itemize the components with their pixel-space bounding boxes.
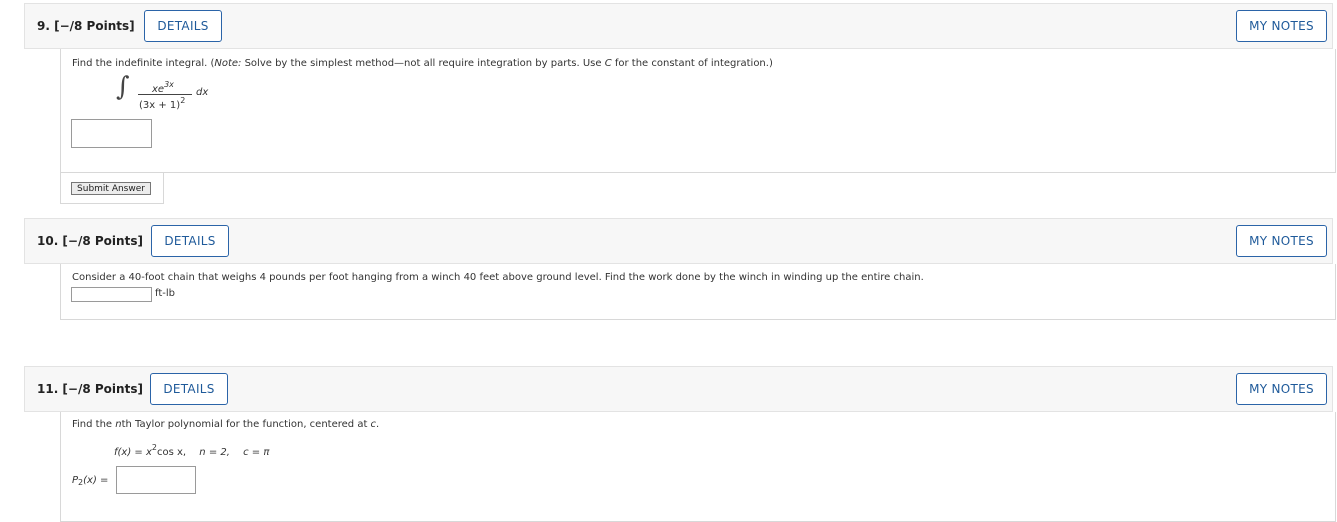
- integral-sign-icon: ∫: [116, 72, 130, 102]
- q11-my-notes-button[interactable]: MY NOTES: [1236, 373, 1327, 405]
- q10-prompt: Consider a 40-foot chain that weighs 4 p…: [72, 272, 924, 283]
- q9-details-button[interactable]: DETAILS: [144, 10, 222, 42]
- q9-prompt: Find the indefinite integral. (Note: Sol…: [72, 58, 773, 69]
- q9-header: 9. [−/8 Points] DETAILS MY NOTES: [24, 3, 1333, 49]
- q11-header: 11. [−/8 Points] DETAILS MY NOTES: [24, 366, 1333, 412]
- q9-note-label: Note:: [214, 58, 242, 69]
- q9-integral-expression: ∫ xe3x (3x + 1)2 dx: [116, 72, 226, 112]
- q11-answer-label: P2(x) =: [72, 475, 109, 487]
- q9-dx: dx: [196, 87, 209, 98]
- fraction-bar: [138, 94, 192, 95]
- q10-header: 10. [−/8 Points] DETAILS MY NOTES: [24, 218, 1333, 264]
- q10-my-notes-button[interactable]: MY NOTES: [1236, 225, 1327, 257]
- q10-unit-label: ft-lb: [155, 288, 175, 299]
- q11-function: f(x) = x2cos x, n = 2, c = π: [114, 443, 270, 458]
- q9-title: 9. [−/8 Points]: [37, 19, 135, 33]
- q11-prompt: Find the nth Taylor polynomial for the f…: [72, 419, 380, 430]
- submit-answer-button[interactable]: Submit Answer: [71, 182, 151, 195]
- q11-answer-input[interactable]: [116, 466, 196, 494]
- q9-my-notes-button[interactable]: MY NOTES: [1236, 10, 1327, 42]
- q11-title: 11. [−/8 Points]: [37, 382, 143, 396]
- q9-denominator: (3x + 1)2: [139, 96, 186, 111]
- q10-details-button[interactable]: DETAILS: [151, 225, 229, 257]
- q9-numerator: xe3x: [152, 80, 174, 95]
- q9-answer-input[interactable]: [71, 119, 152, 148]
- q10-answer-input[interactable]: [71, 287, 152, 302]
- q11-details-button[interactable]: DETAILS: [150, 373, 228, 405]
- q11-c-value: c = π: [243, 447, 270, 458]
- q11-n-value: n = 2,: [199, 447, 230, 458]
- q10-title: 10. [−/8 Points]: [37, 234, 143, 248]
